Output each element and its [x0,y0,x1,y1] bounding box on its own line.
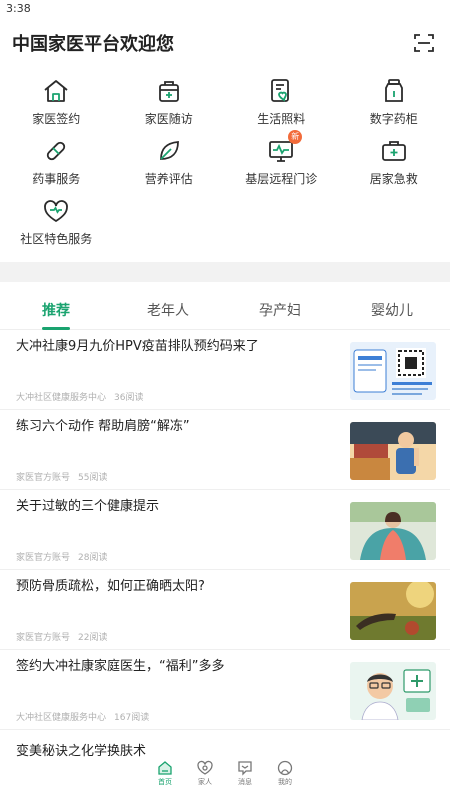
article-title[interactable]: 变美秘诀之化学换肤术 [16,740,146,759]
article-item[interactable]: 预防骨质疏松，如何正确晒太阳? 家医官方账号 22阅读 [0,570,450,650]
article-title: 预防骨质疏松，如何正确晒太阳? [16,579,205,594]
service-grid: 家医签约 家医随访 生活照料 数字药柜 药事服务 营养评估 新 基层远程门诊 居… [0,68,450,256]
bottom-navigation: 首页 家人 消息 我的 [0,760,450,800]
service-family-doctor-followup[interactable]: 家医随访 [113,76,226,136]
service-nutrition-assessment[interactable]: 营养评估 [113,136,226,196]
first-aid-icon [379,136,409,166]
article-list: 大冲社康9月九价HPV疫苗排队预约码来了 大冲社区健康服务中心 36阅读 练习六… [0,330,450,730]
nav-label: 家人 [198,778,212,786]
article-meta: 大冲社区健康服务中心 36阅读 [16,390,316,403]
tab-infants[interactable]: 婴幼儿 [336,294,448,329]
service-life-care[interactable]: 生活照料 [225,76,338,136]
article-source: 大冲社区健康服务中心 [16,393,107,403]
profile-icon [277,760,293,776]
nav-home[interactable]: 首页 [152,760,178,800]
page-title: 中国家医平台欢迎您 [12,34,174,55]
service-label: 基层远程门诊 [245,172,318,186]
service-label: 药事服务 [32,172,81,186]
nav-messages[interactable]: 消息 [232,760,258,800]
tab-elderly[interactable]: 老年人 [112,294,224,329]
article-title: 关于过敏的三个健康提示 [16,499,160,514]
article-thumbnail-qr-poster [350,342,436,400]
service-label: 家医随访 [144,112,193,126]
article-title: 练习六个动作 帮助肩膀“解冻” [16,419,190,434]
article-reads: 28阅读 [78,553,108,563]
article-thumbnail-sunlight-photo [350,582,436,640]
leaf-icon [154,136,184,166]
article-source: 家医官方账号 [16,633,71,643]
service-remote-clinic[interactable]: 新 基层远程门诊 [225,130,338,196]
article-meta: 家医官方账号 28阅读 [16,550,316,563]
service-label: 生活照料 [257,112,306,126]
section-divider [0,262,450,282]
tab-recommended[interactable]: 推荐 [0,294,112,330]
article-item[interactable]: 关于过敏的三个健康提示 家医官方账号 28阅读 [0,490,450,570]
app-header: 中国家医平台欢迎您 [0,18,450,68]
article-thumbnail-shoulder-illustration [350,422,436,480]
service-community-special[interactable]: 社区特色服务 [0,196,113,256]
article-source: 家医官方账号 [16,553,71,563]
service-family-doctor-signing[interactable]: 家医签约 [0,76,113,136]
service-label: 家医签约 [32,112,81,126]
article-reads: 22阅读 [78,633,108,643]
service-pharmacy[interactable]: 药事服务 [0,136,113,196]
monitor-pulse-icon: 新 [266,130,303,166]
article-title: 大冲社康9月九价HPV疫苗排队预约码来了 [16,339,259,354]
new-badge: 新 [288,130,303,144]
nav-label: 消息 [238,778,252,786]
article-thumbnail-doctor-cartoon [350,662,436,720]
service-label: 数字药柜 [369,112,418,126]
service-label: 营养评估 [144,172,193,186]
pill-icon [41,136,71,166]
article-reads: 36阅读 [114,393,144,403]
medical-kit-icon [154,76,184,106]
article-meta: 家医官方账号 55阅读 [16,470,316,483]
article-source: 家医官方账号 [16,473,71,483]
scan-icon[interactable] [412,31,436,55]
article-reads: 55阅读 [78,473,108,483]
medicine-bottle-icon [379,76,409,106]
article-thumbnail-blanket-photo [350,502,436,560]
heart-shield-icon [41,196,71,226]
article-item[interactable]: 签约大冲社康家庭医生，“福利”多多 大冲社区健康服务中心 167阅读 [0,650,450,730]
nav-label: 首页 [158,778,172,786]
service-home-first-aid[interactable]: 居家急救 [338,136,450,196]
article-reads: 167阅读 [114,713,150,723]
service-digital-medicine-cabinet[interactable]: 数字药柜 [338,76,450,136]
nav-profile[interactable]: 我的 [272,760,298,800]
article-item[interactable]: 练习六个动作 帮助肩膀“解冻” 家医官方账号 55阅读 [0,410,450,490]
nav-family[interactable]: 家人 [192,760,218,800]
status-time: 3:38 [6,2,31,15]
category-tabs: 推荐 老年人 孕产妇 婴幼儿 [0,294,450,330]
nav-label: 我的 [278,778,292,786]
service-label: 居家急救 [369,172,418,186]
article-source: 大冲社区健康服务中心 [16,713,107,723]
house-icon [41,76,71,106]
article-title: 签约大冲社康家庭医生，“福利”多多 [16,659,225,674]
document-heart-icon [266,76,296,106]
tab-pregnant-women[interactable]: 孕产妇 [224,294,336,329]
status-bar: 3:38 [0,0,450,18]
family-heart-icon [197,760,213,775]
article-item[interactable]: 大冲社康9月九价HPV疫苗排队预约码来了 大冲社区健康服务中心 36阅读 [0,330,450,410]
home-icon [158,761,172,775]
article-meta: 家医官方账号 22阅读 [16,630,316,643]
message-icon [238,761,252,776]
service-label: 社区特色服务 [20,232,93,246]
article-meta: 大冲社区健康服务中心 167阅读 [16,710,316,723]
